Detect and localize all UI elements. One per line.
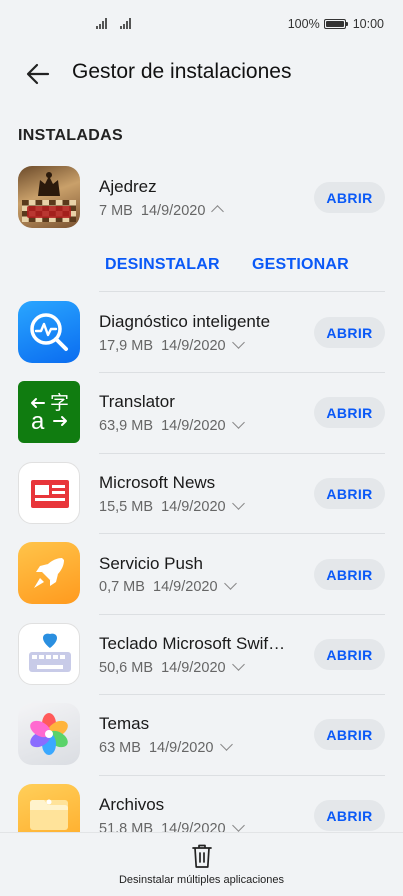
- app-date: 14/9/2020: [153, 579, 218, 595]
- back-arrow-icon: [26, 63, 50, 85]
- back-button[interactable]: [22, 58, 54, 90]
- open-button[interactable]: ABRIR: [314, 800, 385, 831]
- app-date: 14/9/2020: [148, 740, 214, 756]
- section-label-installed: INSTALADAS: [18, 127, 123, 144]
- uninstall-button[interactable]: DESINSTALAR: [105, 256, 220, 274]
- diagnostics-icon: [18, 301, 80, 363]
- app-row-ajedrez[interactable]: Ajedrez 7 MB 14/9/2020 ABRIR: [0, 162, 403, 242]
- translator-icon: a 字: [18, 381, 80, 443]
- app-name: Temas: [99, 714, 150, 733]
- app-size: 50,6 MB: [99, 660, 153, 676]
- app-size: 15,5 MB: [99, 499, 153, 515]
- rocket-icon: [18, 542, 80, 604]
- open-button[interactable]: ABRIR: [314, 559, 385, 590]
- open-button[interactable]: ABRIR: [314, 478, 385, 509]
- chevron-down-icon[interactable]: [231, 416, 245, 429]
- status-bar: 100% 10:00: [0, 0, 403, 48]
- app-row-teclado[interactable]: Teclado Microsoft Swif… 50,6 MB 14/9/202…: [0, 615, 403, 695]
- app-date: 14/9/2020: [161, 418, 226, 434]
- app-date: 14/9/2020: [161, 338, 226, 354]
- battery-percent: 100%: [287, 17, 320, 31]
- app-meta: 50,6 MB 14/9/2020: [99, 658, 245, 676]
- app-date: 14/9/2020: [161, 660, 226, 676]
- bottom-label: Desinstalar múltiples aplicaciones: [118, 874, 285, 886]
- app-meta: 15,5 MB 14/9/2020: [99, 497, 245, 515]
- bottom-bar: Desinstalar múltiples aplicaciones: [0, 832, 403, 896]
- svg-text:a: a: [31, 408, 45, 435]
- app-meta: 0,7 MB 14/9/2020: [99, 577, 237, 595]
- svg-text:字: 字: [50, 392, 69, 414]
- battery-icon: [323, 19, 348, 29]
- chevron-down-icon[interactable]: [231, 497, 245, 510]
- app-meta: 7 MB 14/9/2020: [99, 203, 225, 219]
- chevron-up-icon[interactable]: [211, 205, 225, 218]
- app-row-servicio-push[interactable]: Servicio Push 0,7 MB 14/9/2020 ABRIR: [0, 534, 403, 614]
- signal-icon: [120, 17, 134, 29]
- app-name: Teclado Microsoft Swif…: [99, 634, 286, 653]
- app-date: 14/9/2020: [161, 499, 226, 515]
- app-meta: 17,9 MB 14/9/2020: [99, 336, 245, 354]
- app-name: Diagnóstico inteligente: [99, 312, 271, 331]
- trash-icon: [192, 844, 212, 868]
- app-row-translator[interactable]: a 字 Translator 63,9 MB 14/9/2020 ABRIR: [0, 373, 403, 453]
- chevron-down-icon[interactable]: [231, 819, 245, 832]
- chevron-down-icon[interactable]: [219, 738, 233, 751]
- signal-icon: [96, 17, 110, 29]
- app-name: Microsoft News: [99, 473, 216, 492]
- app-size: 17,9 MB: [99, 338, 153, 354]
- app-size: 0,7 MB: [99, 579, 145, 595]
- app-size: 63 MB: [99, 740, 141, 756]
- themes-icon: [18, 703, 80, 765]
- open-button[interactable]: ABRIR: [314, 719, 385, 750]
- app-name: Archivos: [99, 795, 165, 814]
- status-right: 100% 10:00: [288, 17, 384, 31]
- uninstall-multiple-button[interactable]: Desinstalar múltiples aplicaciones: [0, 833, 403, 896]
- open-button[interactable]: ABRIR: [314, 397, 385, 428]
- open-button[interactable]: ABRIR: [314, 182, 385, 213]
- chevron-down-icon[interactable]: [231, 658, 245, 671]
- manage-button[interactable]: GESTIONAR: [252, 256, 349, 274]
- header: Gestor de instalaciones: [0, 54, 403, 94]
- app-size: 63,9 MB: [99, 418, 153, 434]
- chevron-down-icon[interactable]: [223, 577, 237, 590]
- app-row-temas[interactable]: Temas 63 MB 14/9/2020 ABRIR: [0, 695, 403, 775]
- app-name: Servicio Push: [99, 554, 203, 573]
- app-row-diagnostico[interactable]: Diagnóstico inteligente 17,9 MB 14/9/202…: [0, 292, 403, 372]
- app-size: 7 MB: [99, 203, 133, 219]
- news-icon: [18, 462, 80, 524]
- app-date: 14/9/2020: [140, 203, 206, 219]
- expanded-actions: DESINSTALAR GESTIONAR: [0, 252, 403, 280]
- open-button[interactable]: ABRIR: [314, 317, 385, 348]
- chevron-down-icon[interactable]: [231, 336, 245, 349]
- clock: 10:00: [352, 17, 384, 31]
- app-name: Translator: [99, 392, 175, 411]
- app-name: Ajedrez: [99, 177, 157, 196]
- app-row-microsoft-news[interactable]: Microsoft News 15,5 MB 14/9/2020 ABRIR: [0, 454, 403, 534]
- page-title: Gestor de instalaciones: [72, 60, 292, 83]
- app-meta: 63,9 MB 14/9/2020: [99, 416, 245, 434]
- open-button[interactable]: ABRIR: [314, 639, 385, 670]
- app-meta: 63 MB 14/9/2020: [99, 738, 233, 756]
- chess-icon: [18, 166, 80, 228]
- keyboard-icon: [18, 623, 80, 685]
